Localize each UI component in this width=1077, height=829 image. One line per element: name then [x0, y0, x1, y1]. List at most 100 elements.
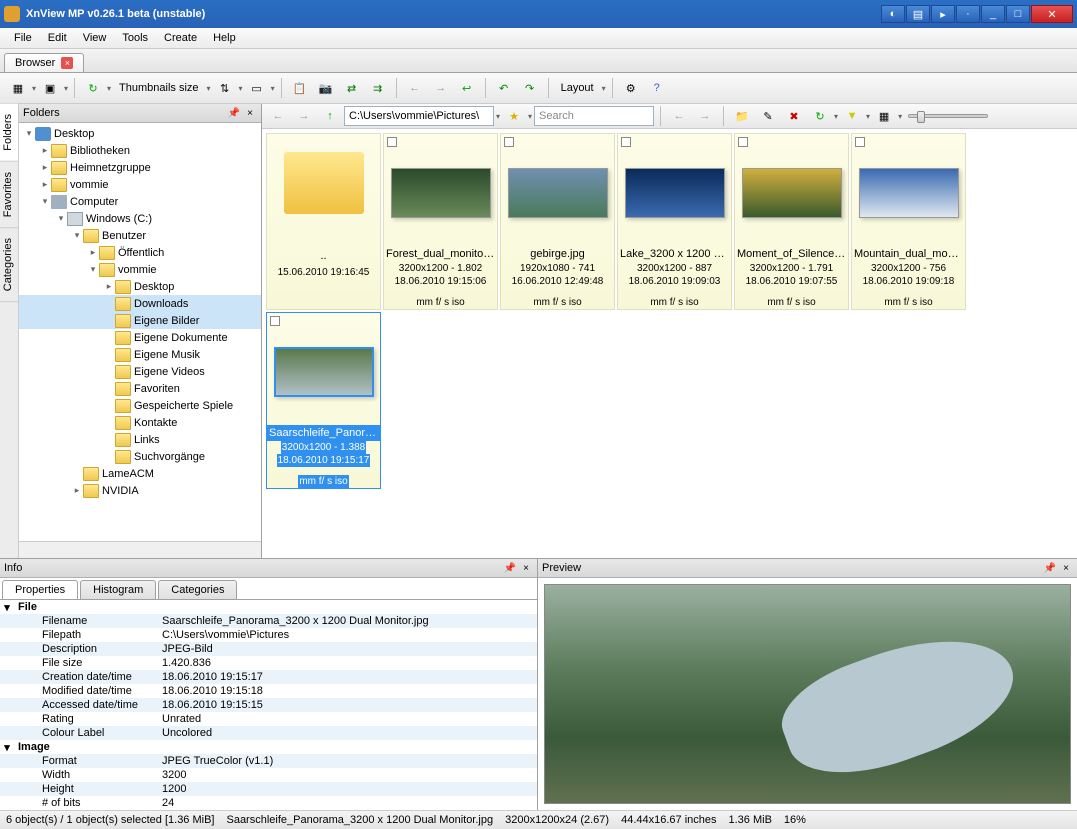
thumb-checkbox[interactable] — [270, 316, 280, 326]
thumbsize-label[interactable]: Thumbnails size — [113, 82, 204, 94]
tree-node[interactable]: ▾Benutzer — [19, 227, 261, 244]
thumbnail[interactable]: Lake_3200 x 1200 Du...3200x1200 - 88718.… — [617, 133, 732, 310]
path-up-icon[interactable]: ↑ — [318, 104, 342, 128]
tree-node[interactable]: Eigene Videos — [19, 363, 261, 380]
sort-icon[interactable]: ⇅ — [213, 76, 237, 100]
tree-toggle-icon[interactable]: ▾ — [23, 128, 35, 139]
section-toggle-icon[interactable]: ▾ — [0, 741, 14, 754]
tree-toggle-icon[interactable]: ▸ — [39, 179, 51, 190]
tree-node[interactable]: Gespeicherte Spiele — [19, 397, 261, 414]
tree-node[interactable]: Eigene Musik — [19, 346, 261, 363]
edit-icon[interactable]: ✎ — [756, 104, 780, 128]
tool-2-icon[interactable]: ▣ — [38, 76, 62, 100]
thumb-checkbox[interactable] — [621, 137, 631, 147]
up2-icon[interactable]: ↩ — [455, 76, 479, 100]
delete-icon[interactable]: ✖ — [782, 104, 806, 128]
tree-node[interactable]: Suchvorgänge — [19, 448, 261, 465]
menu-view[interactable]: View — [75, 30, 115, 46]
tree-node[interactable]: ▸Heimnetzgruppe — [19, 159, 261, 176]
minimize-button[interactable]: _ — [981, 5, 1005, 23]
star-icon[interactable]: ★ — [502, 104, 526, 128]
reload-icon[interactable]: ↻ — [808, 104, 832, 128]
preview-close-icon[interactable]: × — [1059, 561, 1073, 575]
layout-label[interactable]: Layout — [555, 82, 600, 94]
thumb-checkbox[interactable] — [855, 137, 865, 147]
tree-toggle-icon[interactable]: ▾ — [39, 196, 51, 207]
tree-node[interactable]: Eigene Bilder — [19, 312, 261, 329]
path-input[interactable]: C:\Users\vommie\Pictures\ — [344, 106, 494, 126]
tree-node[interactable]: LameACM — [19, 465, 261, 482]
tree-toggle-icon[interactable]: ▸ — [39, 162, 51, 173]
back-icon[interactable]: ← — [403, 76, 427, 100]
info-pin-icon[interactable]: 📌 — [503, 561, 517, 575]
rotate-left-icon[interactable]: ↶ — [492, 76, 516, 100]
thumbnail-area[interactable]: ..15.06.2010 19:16:45Forest_dual_monitor… — [262, 129, 1077, 558]
refresh-icon[interactable]: ↻ — [81, 76, 105, 100]
path-fwd2-icon[interactable]: → — [693, 104, 717, 128]
thumb-checkbox[interactable] — [504, 137, 514, 147]
view-icon[interactable]: ▦ — [872, 104, 896, 128]
tree-toggle-icon[interactable]: ▸ — [71, 485, 83, 496]
sidetab-favorites[interactable]: Favorites — [0, 162, 18, 228]
preview-image[interactable] — [544, 584, 1071, 804]
thumbnail[interactable]: gebirge.jpg1920x1080 - 74116.06.2010 12:… — [500, 133, 615, 310]
tab-histogram[interactable]: Histogram — [80, 580, 156, 599]
menu-create[interactable]: Create — [156, 30, 205, 46]
tree-node[interactable]: Kontakte — [19, 414, 261, 431]
tree-node[interactable]: ▾Desktop — [19, 125, 261, 142]
properties-table[interactable]: ▾FileFilenameSaarschleife_Panorama_3200 … — [0, 600, 537, 810]
help-icon[interactable]: ? — [645, 76, 669, 100]
sidetab-categories[interactable]: Categories — [0, 228, 18, 302]
tab-categories[interactable]: Categories — [158, 580, 237, 599]
pin-icon[interactable]: 📌 — [227, 106, 241, 120]
zoom-slider[interactable] — [908, 114, 988, 118]
thumbnail[interactable]: Mountain_dual_monito...3200x1200 - 75618… — [851, 133, 966, 310]
menu-tools[interactable]: Tools — [114, 30, 156, 46]
tree-toggle-icon[interactable]: ▾ — [55, 213, 67, 224]
maximize-button[interactable]: □ — [1006, 5, 1030, 23]
panel-close-icon[interactable]: × — [243, 106, 257, 120]
thumb-checkbox[interactable] — [738, 137, 748, 147]
rotate-right-icon[interactable]: ↷ — [518, 76, 542, 100]
search-input[interactable]: Search — [534, 106, 654, 126]
titlebar[interactable]: XnView MP v0.26.1 beta (unstable) ◐ ▤ ▸ … — [0, 0, 1077, 28]
thumbnail[interactable]: ..15.06.2010 19:16:45 — [266, 133, 381, 310]
tree-node[interactable]: Downloads — [19, 295, 261, 312]
tree-node[interactable]: Favoriten — [19, 380, 261, 397]
win-btn2[interactable]: ▤ — [906, 5, 930, 23]
thumb-checkbox[interactable] — [387, 137, 397, 147]
tree-hscroll[interactable] — [19, 541, 261, 558]
copy-icon[interactable]: 📋 — [288, 76, 312, 100]
path-back-icon[interactable]: ← — [266, 104, 290, 128]
tree-node[interactable]: Links — [19, 431, 261, 448]
tree-node[interactable]: ▸NVIDIA — [19, 482, 261, 499]
menu-file[interactable]: File — [6, 30, 40, 46]
tree-node[interactable]: ▾Windows (C:) — [19, 210, 261, 227]
forward-icon[interactable]: → — [429, 76, 453, 100]
win-btn3[interactable]: ▸ — [931, 5, 955, 23]
win-btn4[interactable]: · — [956, 5, 980, 23]
preview-pin-icon[interactable]: 📌 — [1043, 561, 1057, 575]
layout-opt-icon[interactable]: ▭ — [245, 76, 269, 100]
tree-toggle-icon[interactable]: ▸ — [87, 247, 99, 258]
thumbnail[interactable]: Forest_dual_monitor_...3200x1200 - 1.802… — [383, 133, 498, 310]
tree-node[interactable]: ▸Desktop — [19, 278, 261, 295]
menu-edit[interactable]: Edit — [40, 30, 75, 46]
settings-icon[interactable]: ⚙ — [619, 76, 643, 100]
tab-properties[interactable]: Properties — [2, 580, 78, 599]
win-btn1[interactable]: ◐ — [881, 5, 905, 23]
folder-tree[interactable]: ▾Desktop▸Bibliotheken▸Heimnetzgruppe▸vom… — [19, 123, 261, 541]
convert-icon[interactable]: ⇄ — [340, 76, 364, 100]
tree-node[interactable]: ▾vommie — [19, 261, 261, 278]
tree-node[interactable]: ▾Computer — [19, 193, 261, 210]
tab-close-icon[interactable]: × — [61, 57, 73, 69]
tree-node[interactable]: ▸Öffentlich — [19, 244, 261, 261]
tree-node[interactable]: ▸vommie — [19, 176, 261, 193]
filter-icon[interactable]: ▼ — [840, 104, 864, 128]
tool-1-icon[interactable]: ▦ — [6, 76, 30, 100]
path-fwd-icon[interactable]: → — [292, 104, 316, 128]
tree-node[interactable]: Eigene Dokumente — [19, 329, 261, 346]
tree-node[interactable]: ▸Bibliotheken — [19, 142, 261, 159]
tree-toggle-icon[interactable]: ▸ — [103, 281, 115, 292]
tree-toggle-icon[interactable]: ▾ — [87, 264, 99, 275]
